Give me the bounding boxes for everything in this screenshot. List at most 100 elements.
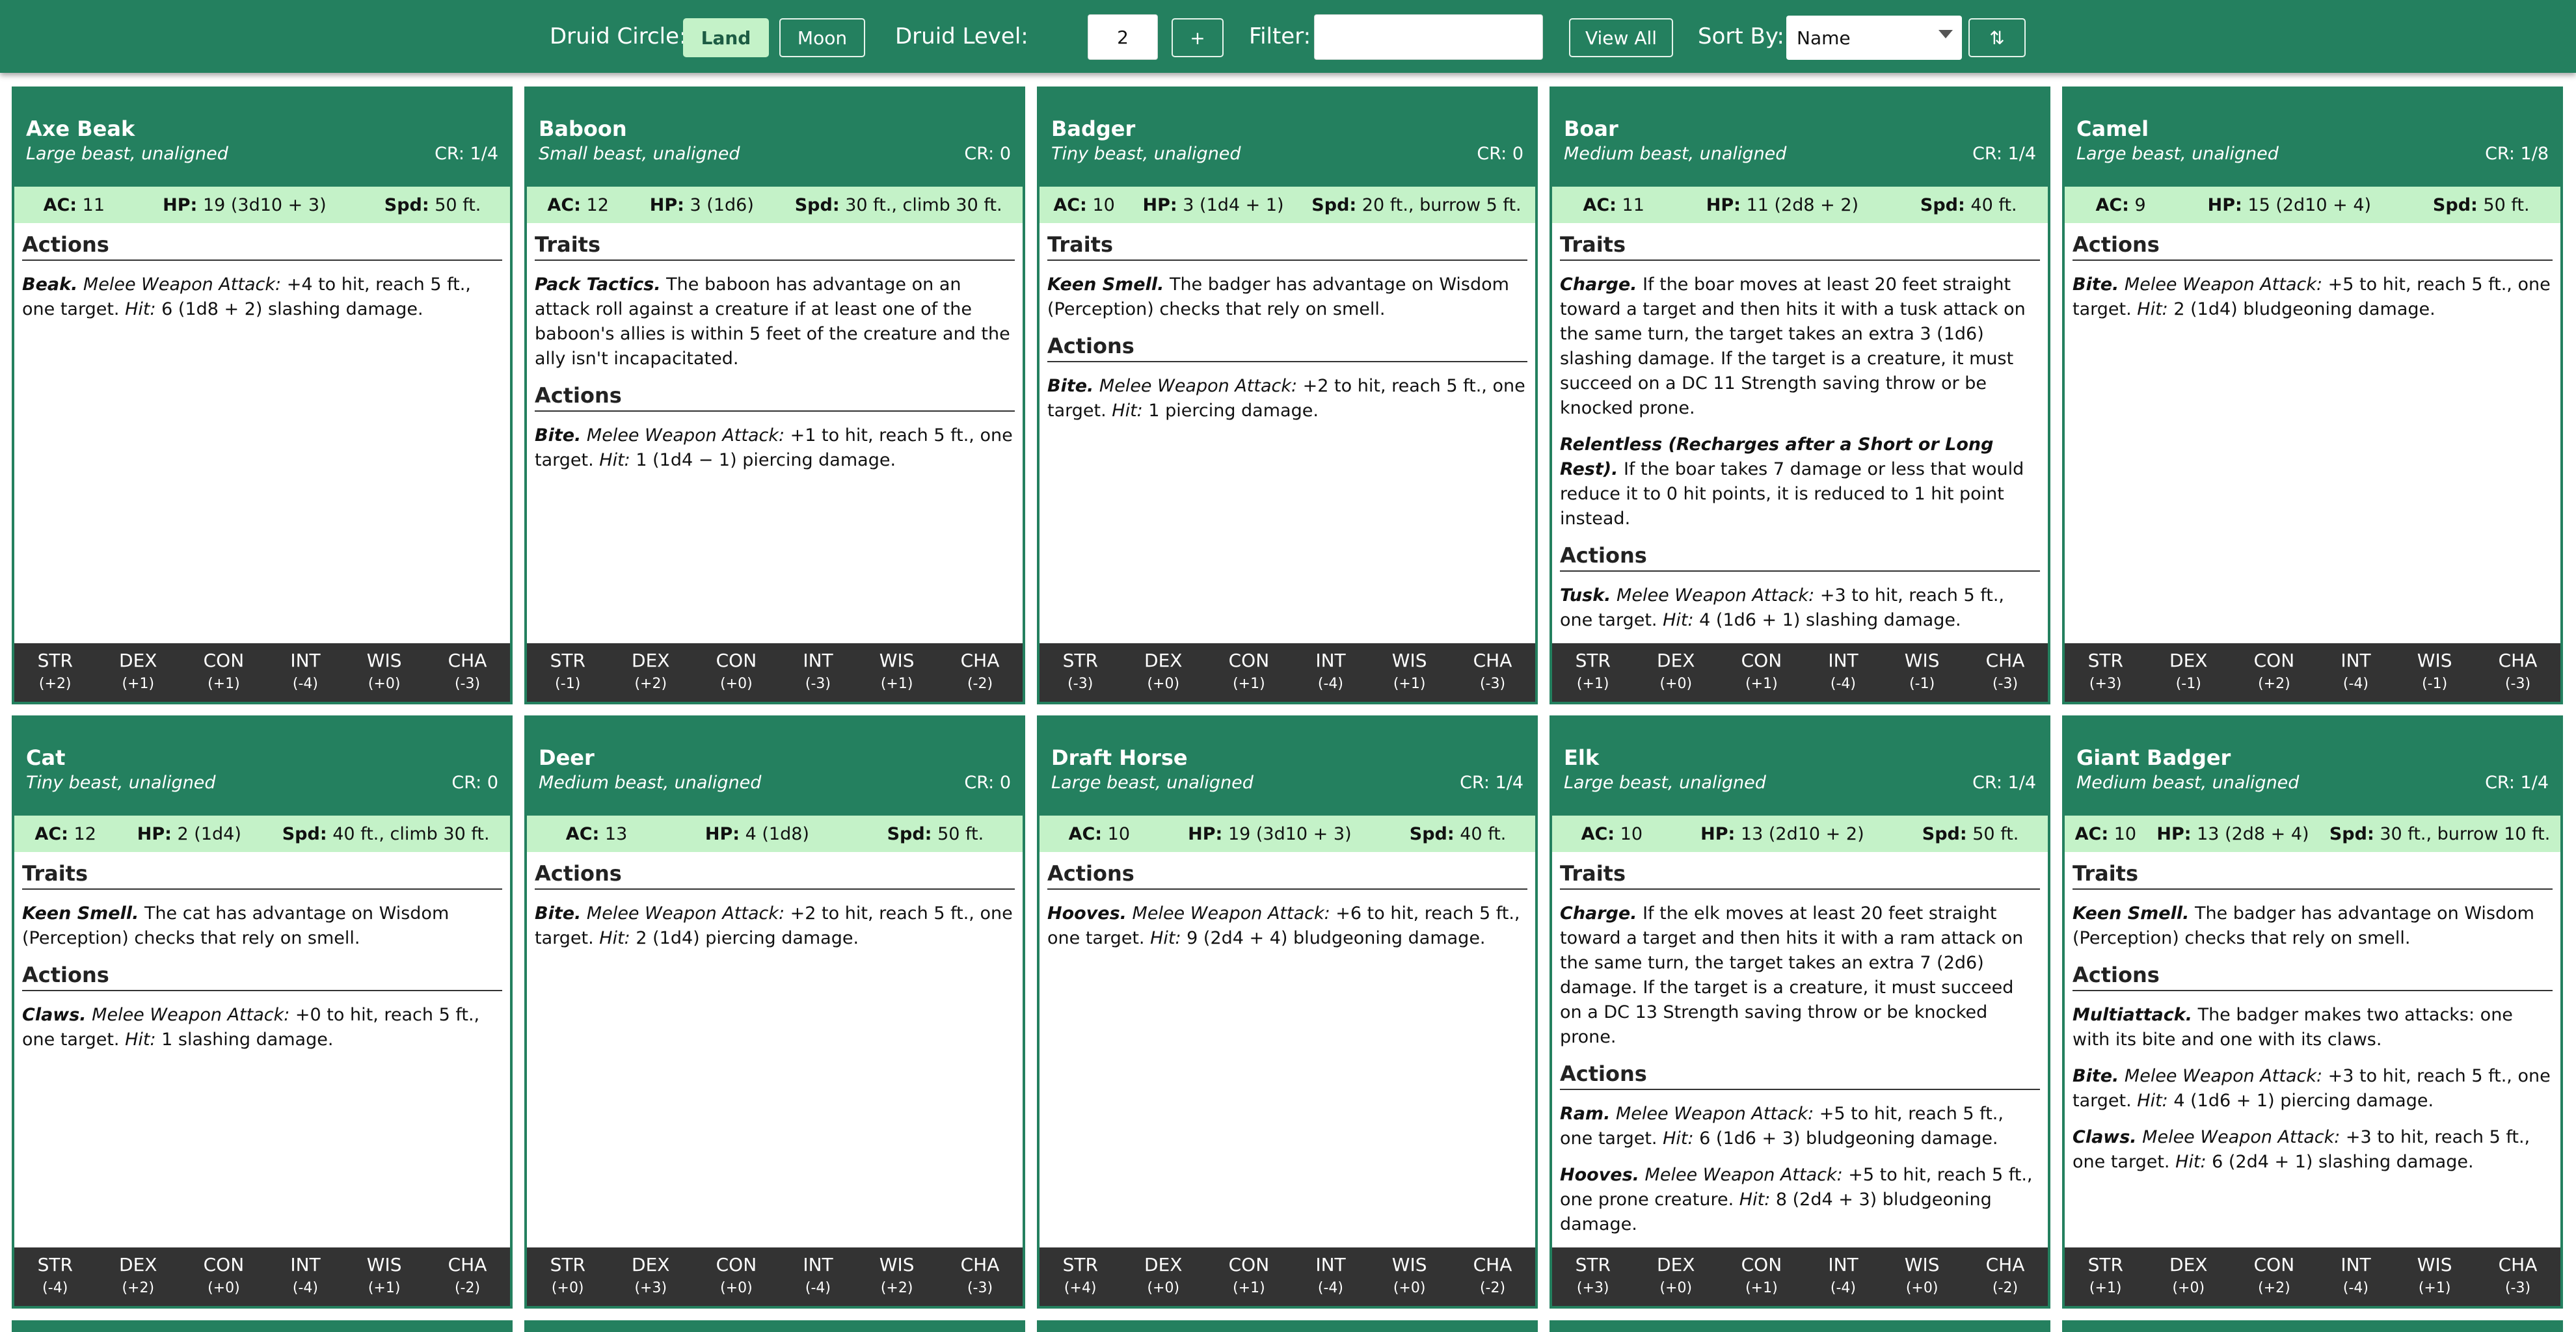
ability-name: CHA [960,1254,1000,1275]
beast-card[interactable]: Giant Badger Medium beast, unaligned CR: 1… [2062,715,2563,1309]
beast-card[interactable]: Draft Horse Large beast, unaligned CR: 1/4… [1037,715,1538,1309]
ability-name: STR [550,650,585,671]
feature-entry: Keen Smell. The badger has advantage on … [1047,273,1527,322]
ability-name: DEX [1144,1254,1183,1275]
beast-type: Tiny beast, unaligned [26,773,216,793]
moon-button[interactable]: Moon [779,18,865,57]
feature-entry: Beak. Melee Weapon Attack: +4 to hit, re… [22,273,502,322]
view-all-button[interactable]: View All [1569,18,1673,57]
ability-scores: STR (-4) DEX (+2) CON (+0) INT (-4) WIS (+1) CHA (-… [14,1247,510,1306]
armor-class-value: 11 [82,194,105,215]
hit-label: Hit: [125,1030,156,1050]
beast-card[interactable]: Axe Beak Large beast, unaligned CR: 1/4 AC:… [12,87,513,704]
ability-score: CHA (-3) [448,649,487,696]
ability-modifier: (-1) [555,676,581,692]
ability-name: INT [1828,1254,1858,1275]
ability-score: WIS (+0) [367,649,402,696]
section-title: Traits [1560,861,2040,890]
beast-card[interactable]: Cat Tiny beast, unaligned CR: 0 AC: 12 HP: 2… [12,715,513,1309]
speed: Spd: 40 ft., climb 30 ft. [282,823,490,844]
druid-level-input[interactable]: 2 [1088,14,1158,60]
beast-card[interactable]: Baboon Small beast, unaligned CR: 0 AC: 12 H… [524,87,1025,704]
sort-by-select[interactable]: Name [1786,16,1962,60]
section-title: Actions [535,861,1015,890]
hit-points: HP: 13 (2d10 + 2) [1700,823,1864,844]
ability-scores: STR (+1) DEX (+0) CON (+1) INT (-4) WIS (-1) CHA (-… [1552,643,2048,702]
filter-input[interactable] [1314,14,1543,60]
hit-points: HP: 3 (1d4 + 1) [1142,194,1284,215]
card-header: Giant Badger Medium beast, unaligned CR: 1… [2065,718,2560,816]
ability-name: CON [1228,1254,1270,1275]
feature-text: If the boar takes 7 damage or less that … [1560,459,2024,529]
hit-label: Hit: [1150,928,1181,948]
land-button[interactable]: Land [683,18,769,57]
ability-name: INT [2341,650,2371,671]
feature-name: Charge. [1560,274,1637,295]
ability-name: STR [1062,650,1098,671]
ability-score: CHA (-2) [1986,1253,2025,1300]
hit-label: Hit: [1663,1128,1694,1149]
ability-modifier: (-4) [292,1280,319,1296]
beast-card-partial[interactable] [1037,1320,1538,1332]
ability-name: DEX [1657,1254,1695,1275]
section-title: Traits [1047,232,1527,261]
ability-name: WIS [1391,1254,1427,1275]
feature-entry: Charge. If the elk moves at least 20 fee… [1560,901,2040,1050]
hit-points: HP: 15 (2d10 + 4) [2207,194,2372,215]
sort-direction-button[interactable]: ⇅ [1968,18,2026,57]
damage-text: 1 slashing damage. [155,1030,334,1050]
feature-name: Tusk. [1560,585,1611,606]
ability-name: CON [716,1254,757,1275]
armor-class: AC: 10 [1068,823,1131,844]
ability-modifier: (+0) [1147,676,1180,692]
damage-text: 9 (2d4 + 4) bludgeoning damage. [1181,928,1486,948]
ability-score: CHA (-2) [448,1253,487,1300]
ability-score: INT (-3) [803,649,833,696]
ability-name: CHA [2498,650,2538,671]
ability-name: WIS [366,1254,402,1275]
ability-name: STR [37,650,73,671]
ability-score: CON (+1) [1229,1253,1270,1300]
ability-modifier: (-1) [2175,676,2201,692]
challenge-rating: CR: 0 [1477,144,1523,164]
feature-name: Keen Smell. [2073,903,2190,924]
hit-points: HP: 19 (3d10 + 3) [1188,823,1352,844]
ability-score: WIS (+0) [1392,1253,1427,1300]
level-increment-button[interactable]: + [1172,18,1224,57]
stat-bar: AC: 10 HP: 13 (2d10 + 2) Spd: 50 ft. [1552,816,2048,852]
beast-card-partial[interactable] [524,1320,1025,1332]
ability-name: CON [203,1254,245,1275]
speed-value: 50 ft. [1972,823,2019,844]
ability-modifier: (-4) [1317,1280,1344,1296]
ability-modifier: (+1) [1745,676,1778,692]
ability-score: STR (+1) [2088,1253,2123,1300]
attack-type: Melee Weapon Attack: [92,1005,290,1025]
ability-modifier: (+1) [1393,676,1426,692]
challenge-rating: CR: 0 [964,144,1011,164]
ability-score: DEX (+3) [632,1253,669,1300]
ability-score: WIS (+1) [879,649,915,696]
beast-card[interactable]: Camel Large beast, unaligned CR: 1/8 AC: 9 H… [2062,87,2563,704]
feature-entry: Bite. Melee Weapon Attack: +3 to hit, re… [2073,1064,2553,1113]
ability-modifier: (-2) [1479,1280,1506,1296]
beast-card-partial[interactable] [12,1320,513,1332]
ability-modifier: (+2) [122,1280,155,1296]
hit-points: HP: 13 (2d8 + 4) [2156,823,2309,844]
beast-card[interactable]: Badger Tiny beast, unaligned CR: 0 AC: 10 HP… [1037,87,1538,704]
ability-score: CON (+1) [1741,1253,1782,1300]
ability-modifier: (+3) [2089,676,2122,692]
ability-modifier: (+0) [720,676,753,692]
feature-text: If the elk moves at least 20 feet straig… [1560,903,2024,1047]
ability-modifier: (+0) [1659,1280,1693,1296]
beast-type: Large beast, unaligned [1564,773,1766,793]
ability-modifier: (+1) [2089,1280,2122,1296]
beast-card-partial[interactable] [1550,1320,2050,1332]
beast-card[interactable]: Deer Medium beast, unaligned CR: 0 AC: 13 HP… [524,715,1025,1309]
ability-name: INT [803,1254,833,1275]
hit-label: Hit: [125,299,156,319]
beast-card-partial[interactable] [2062,1320,2563,1332]
ability-score: CHA (-3) [961,1253,1000,1300]
beast-card[interactable]: Elk Large beast, unaligned CR: 1/4 AC: 10 HP… [1550,715,2050,1309]
beast-card[interactable]: Boar Medium beast, unaligned CR: 1/4 AC: 11… [1550,87,2050,704]
ability-modifier: (+1) [880,676,913,692]
